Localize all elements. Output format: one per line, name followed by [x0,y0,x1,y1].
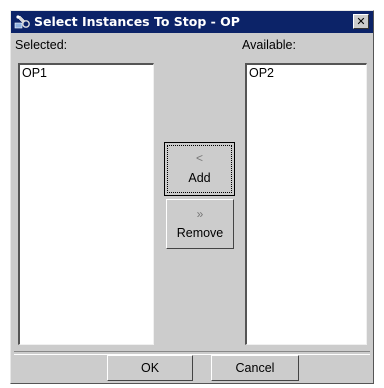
cancel-button-label: Cancel [235,361,275,375]
close-button[interactable]: ✕ [353,14,369,29]
selected-label: Selected: [15,38,68,52]
ok-button[interactable]: OK [107,355,193,381]
available-label: Available: [242,38,296,52]
dialog-window: Select Instances To Stop - OP ✕ Selected… [10,10,374,384]
available-list-item[interactable]: OP2 [249,66,274,80]
double-chevron-right-icon: » [196,207,204,221]
available-list[interactable]: OP2 [245,63,367,345]
selected-list-item[interactable]: OP1 [22,66,47,80]
add-button-label: Add [188,171,211,185]
ok-button-label: OK [140,361,160,375]
title-bar[interactable]: Select Instances To Stop - OP ✕ [11,11,373,33]
window-title: Select Instances To Stop - OP [34,14,240,29]
add-button[interactable]: < Add [164,142,235,196]
chevron-left-icon: < [195,151,203,165]
remove-button[interactable]: » Remove [166,199,234,249]
cancel-button[interactable]: Cancel [211,355,299,381]
remove-button-label: Remove [176,226,224,240]
tools-icon [14,15,30,29]
close-icon: ✕ [356,15,366,28]
selected-list[interactable]: OP1 [18,63,154,345]
